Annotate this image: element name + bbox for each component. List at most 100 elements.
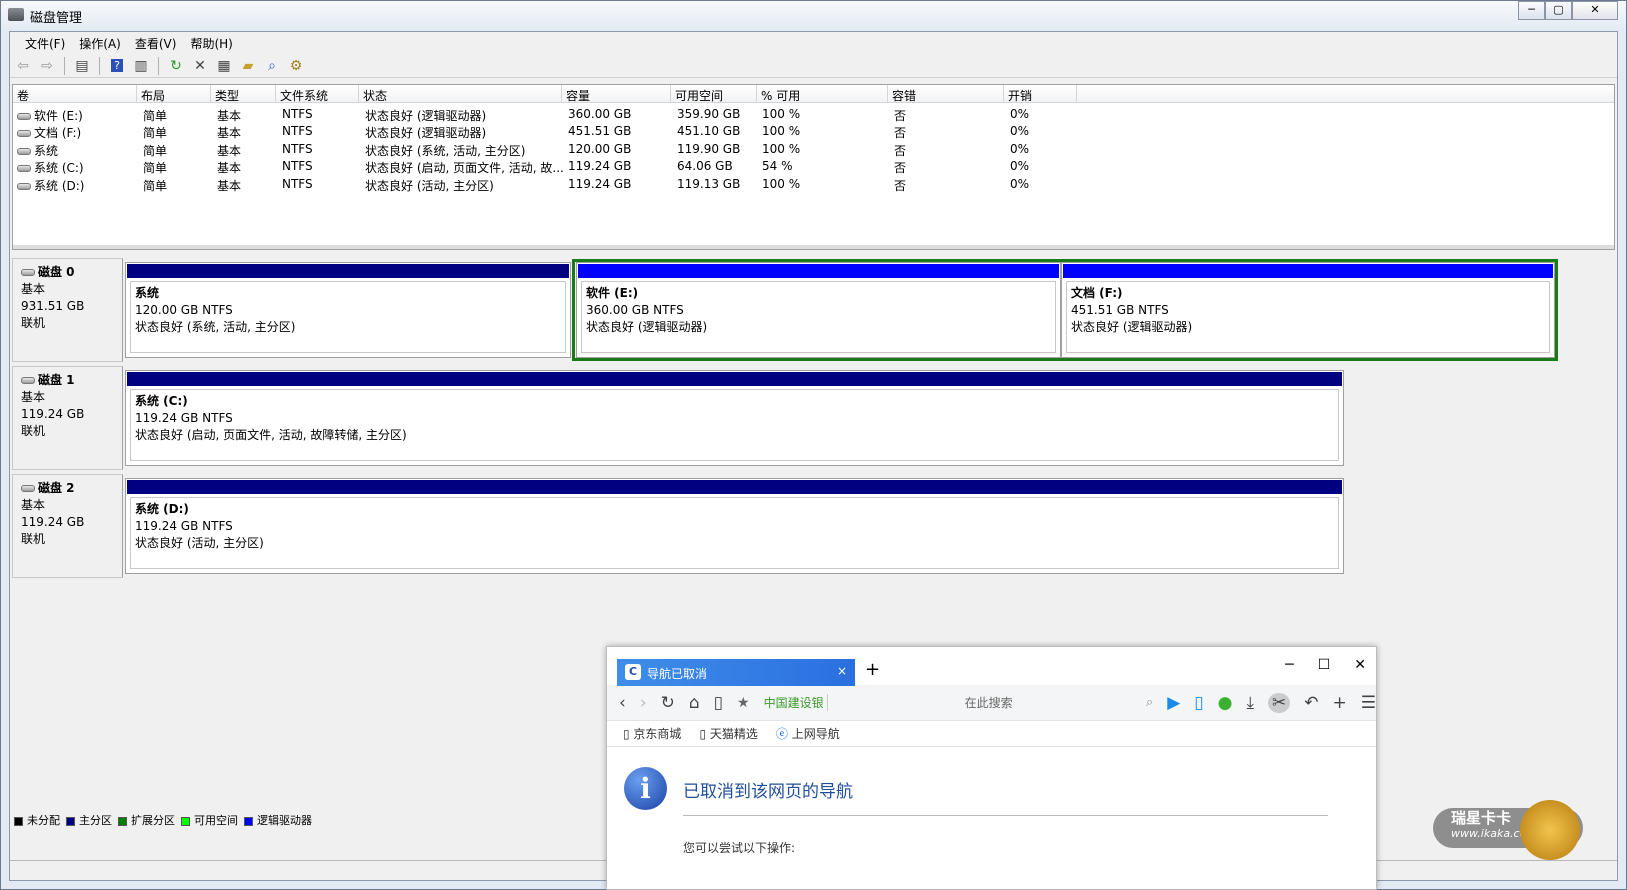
col-fault-tolerance[interactable]: 容错 (888, 85, 1004, 103)
browser-close-button[interactable]: ✕ (1354, 657, 1366, 673)
partition-block[interactable]: 系统 (C:) 119.24 GB NTFS 状态良好 (启动, 页面文件, 活动,… (125, 370, 1344, 466)
browser-minimize-button[interactable]: ─ (1285, 657, 1293, 673)
volume-cell: 360.00 GB (568, 107, 632, 121)
maximize-button[interactable]: ▢ (1545, 1, 1572, 20)
mobile-icon[interactable]: ▯ (1194, 693, 1203, 713)
refresh-icon[interactable]: ↻ (166, 56, 186, 76)
back-icon[interactable]: ⇦ (13, 56, 33, 76)
volume-cell: 119.24 GB (568, 176, 632, 191)
col-type[interactable]: 类型 (211, 85, 276, 103)
volume-name: 文档 (F:) (34, 126, 82, 141)
menu-icon[interactable]: ☰ (1361, 693, 1376, 713)
disk-name: 磁盘 2 (38, 481, 75, 495)
legend-swatch (181, 816, 190, 826)
reload-icon[interactable]: ↻ (661, 693, 675, 713)
video-icon[interactable]: ▶ (1167, 693, 1180, 713)
disk-name: 磁盘 1 (38, 373, 75, 387)
bookmarks-bar: ▯ 京东商城 ▯ 天猫精选 ⓔ 上网导航 (607, 721, 1376, 747)
volume-row[interactable]: 系统 (D:) 简单 基本 NTFS 状态良好 (活动, 主分区) 119.24 GB 11… (13, 175, 1614, 193)
browser-tab[interactable]: C 导航已取消 × (617, 659, 855, 686)
disk-label[interactable]: 磁盘 1 基本 119.24 GB 联机 (12, 366, 123, 470)
disk-label[interactable]: 磁盘 2 基本 119.24 GB 联机 (12, 474, 123, 578)
disk-size: 931.51 GB (21, 299, 85, 313)
menu-help[interactable]: 帮助(H) (183, 32, 239, 54)
undo-icon[interactable]: ↶ (1304, 693, 1318, 713)
console-tree-icon[interactable]: ▤ (72, 56, 92, 76)
minimize-button[interactable]: ─ (1518, 1, 1545, 20)
delete-icon[interactable]: ✕ (190, 56, 210, 76)
new-tab-button[interactable]: + (865, 659, 880, 680)
volume-row[interactable]: 文档 (F:) 简单 基本 NTFS 状态良好 (逻辑驱动器) 451.51 GB 451.… (13, 122, 1614, 141)
address-bar[interactable]: 中国建设银 (764, 694, 951, 711)
volume-row[interactable]: 软件 (E:) 简单 基本 NTFS 状态良好 (逻辑驱动器) 360.00 GB 359.… (13, 105, 1614, 123)
partition-info: 119.24 GB NTFS (135, 411, 233, 425)
disk-row: 磁盘 0 基本 931.51 GB 联机 系统 120.00 GB NTFS 状态良好 (系… (12, 258, 1558, 362)
disk-name: 磁盘 0 (38, 265, 75, 279)
partition-status: 状态良好 (启动, 页面文件, 活动, 故障转储, 主分区) (135, 428, 407, 442)
legend-swatch (118, 816, 127, 826)
menu-bar: 文件(F) 操作(A) 查看(V) 帮助(H) (10, 32, 1617, 54)
col-filesystem[interactable]: 文件系统 (276, 85, 359, 103)
volume-cell: NTFS (282, 159, 313, 174)
reader-icon[interactable]: ▯ (714, 693, 723, 713)
legend-item: 扩展分区 (118, 812, 175, 828)
help-icon[interactable]: ? (107, 56, 127, 76)
volume-cell: 120.00 GB (568, 141, 632, 156)
add-icon[interactable]: + (1333, 693, 1347, 713)
screenshot-scissors-icon[interactable]: ✂ (1268, 692, 1291, 713)
browser-maximize-button[interactable]: ☐ (1318, 657, 1331, 673)
partition-block[interactable]: 系统 (D:) 119.24 GB NTFS 状态良好 (活动, 主分区) (125, 478, 1344, 574)
col-free-space[interactable]: 可用空间 (671, 85, 757, 103)
volume-cell: NTFS (282, 124, 313, 139)
back-icon[interactable]: ‹ (619, 693, 626, 713)
legend-label: 主分区 (79, 814, 112, 827)
tab-close-button[interactable]: × (837, 664, 847, 678)
col-percent-free[interactable]: % 可用 (757, 85, 888, 103)
action-pane-icon[interactable]: ▥ (131, 56, 151, 76)
open-icon[interactable]: ▰ (238, 56, 258, 76)
search-input[interactable]: 在此搜索 (965, 694, 1132, 711)
volume-cell: 359.90 GB (677, 107, 741, 121)
menu-action[interactable]: 操作(A) (72, 32, 128, 54)
volume-cell: 119.90 GB (677, 141, 741, 156)
disk-state: 联机 (21, 532, 46, 546)
disk-icon (21, 269, 35, 276)
volume-list: 卷 布局 类型 文件系统 状态 容量 可用空间 % 可用 容错 开销 软件 (E… (12, 84, 1615, 250)
close-button[interactable]: ✕ (1572, 1, 1618, 20)
settings-icon[interactable]: ⚙ (286, 56, 306, 76)
menu-file[interactable]: 文件(F) (18, 32, 72, 54)
volume-cell: 0% (1010, 141, 1030, 156)
forward-icon[interactable]: › (640, 693, 647, 713)
favorite-star-icon[interactable]: ★ (737, 695, 750, 711)
bookmark-nav[interactable]: ⓔ 上网导航 (776, 725, 840, 742)
forward-icon[interactable]: ⇨ (37, 56, 57, 76)
search-icon[interactable]: ⌕ (1146, 695, 1153, 710)
drive-icon (17, 130, 31, 138)
volume-cell: 0% (1010, 107, 1030, 121)
volume-cell: NTFS (282, 176, 313, 191)
col-status[interactable]: 状态 (359, 85, 562, 103)
disk-label[interactable]: 磁盘 0 基本 931.51 GB 联机 (12, 258, 123, 362)
volume-name: 系统 (C:) (34, 161, 84, 176)
partition-type-bar (127, 480, 1342, 494)
browser-nav-bar: ‹ › ↻ ⌂ ▯ ★ 中国建设银 在此搜索 ⌕ ▶ ▯ ● ⤓ ✂ ↶ + ☰ (607, 685, 1376, 721)
disk-type: 基本 (21, 498, 46, 512)
explore-icon[interactable]: ⌕ (262, 56, 282, 76)
col-capacity[interactable]: 容量 (562, 85, 671, 103)
volume-cell: 64.06 GB (677, 159, 733, 174)
partition-block[interactable]: 系统 120.00 GB NTFS 状态良好 (系统, 活动, 主分区) (125, 262, 571, 358)
wechat-icon[interactable]: ● (1218, 693, 1233, 713)
volume-row[interactable]: 系统 (C:) 简单 基本 NTFS 状态良好 (启动, 页面文件, 活动, 故... 1… (13, 157, 1614, 176)
volume-row[interactable]: 系统 简单 基本 NTFS 状态良好 (系统, 活动, 主分区) 120.00 GB 119… (13, 140, 1614, 158)
menu-view[interactable]: 查看(V) (128, 32, 184, 54)
home-icon[interactable]: ⌂ (689, 693, 700, 713)
bookmark-tmall[interactable]: ▯ 天猫精选 (699, 725, 757, 742)
col-volume[interactable]: 卷 (13, 85, 137, 103)
properties-icon[interactable]: ▦ (214, 56, 234, 76)
info-icon: i (624, 767, 667, 810)
col-overhead[interactable]: 开销 (1004, 85, 1077, 103)
download-icon[interactable]: ⤓ (1246, 693, 1254, 713)
bookmark-jd[interactable]: ▯ 京东商城 (623, 725, 681, 742)
col-layout[interactable]: 布局 (137, 85, 211, 103)
horizontal-scrollbar[interactable] (13, 245, 1614, 249)
